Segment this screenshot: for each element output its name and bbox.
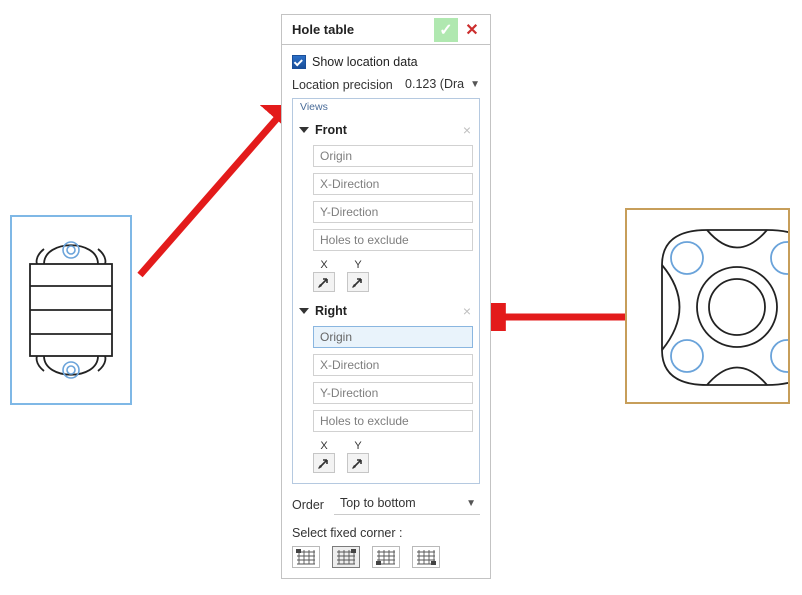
check-icon: ✓	[439, 20, 452, 40]
remove-view-button[interactable]: ×	[461, 303, 473, 319]
flip-x-button[interactable]	[313, 272, 335, 292]
checkbox-checked-icon	[292, 55, 306, 69]
view-name: Right	[315, 304, 461, 318]
view-name: Front	[315, 123, 461, 137]
flip-y-button[interactable]	[347, 272, 369, 292]
chevron-down-icon: ▼	[470, 79, 480, 90]
annotation-arrow-right	[490, 303, 630, 331]
chevron-down-icon	[299, 127, 309, 133]
view-group-front: Front × Origin X-Direction Y-Direction H…	[299, 121, 473, 292]
show-location-data-label: Show location data	[312, 55, 418, 69]
show-location-data-checkbox[interactable]: Show location data	[292, 55, 480, 69]
y-axis-label: Y	[347, 440, 369, 452]
fixed-corner-top-left-button[interactable]	[292, 546, 320, 568]
annotation-arrow-left	[135, 105, 295, 280]
location-precision-label: Location precision	[292, 78, 393, 92]
y-axis-label: Y	[347, 259, 369, 271]
corner-icon	[376, 549, 396, 565]
flip-y-button[interactable]	[347, 453, 369, 473]
flip-arrow-icon	[317, 275, 331, 289]
view-group-header[interactable]: Front ×	[299, 121, 473, 139]
x-direction-field[interactable]: X-Direction	[313, 354, 473, 376]
corner-icon	[296, 549, 316, 565]
views-box: Views Front × Origin X-Direction Y-Direc…	[292, 98, 480, 484]
views-box-label: Views	[297, 101, 331, 113]
confirm-button[interactable]: ✓	[434, 18, 458, 42]
location-precision-select[interactable]: 0.123 (Dra ▼	[405, 77, 480, 92]
fixed-corner-top-right-button[interactable]	[332, 546, 360, 568]
remove-view-button[interactable]: ×	[461, 122, 473, 138]
x-axis-label: X	[313, 259, 335, 271]
holes-to-exclude-field[interactable]: Holes to exclude	[313, 229, 473, 251]
x-direction-field[interactable]: X-Direction	[313, 173, 473, 195]
origin-field[interactable]: Origin	[313, 145, 473, 167]
select-fixed-corner-label: Select fixed corner :	[292, 526, 480, 540]
holes-to-exclude-field[interactable]: Holes to exclude	[313, 410, 473, 432]
view-group-header[interactable]: Right ×	[299, 302, 473, 320]
flip-arrow-icon	[317, 456, 331, 470]
fixed-corner-bottom-right-button[interactable]	[412, 546, 440, 568]
origin-field[interactable]: Origin	[313, 326, 473, 348]
front-view-drawing	[12, 217, 130, 403]
flip-x-button[interactable]	[313, 453, 335, 473]
y-direction-field[interactable]: Y-Direction	[313, 201, 473, 223]
x-axis-label: X	[313, 440, 335, 452]
corner-icon	[336, 549, 356, 565]
close-icon: ✕	[465, 20, 478, 40]
chevron-down-icon	[299, 308, 309, 314]
order-label: Order	[292, 498, 324, 512]
order-value: Top to bottom	[340, 496, 416, 510]
flip-arrow-icon	[351, 275, 365, 289]
view-group-right: Right × Origin X-Direction Y-Direction H…	[299, 302, 473, 473]
order-select[interactable]: Top to bottom ▼	[334, 494, 480, 515]
dialog-title: Hole table	[292, 22, 432, 37]
corner-icon	[416, 549, 436, 565]
y-direction-field[interactable]: Y-Direction	[313, 382, 473, 404]
location-precision-value: 0.123 (Dra	[405, 77, 464, 91]
right-view-drawing	[627, 210, 790, 402]
drawing-view-right[interactable]	[625, 208, 790, 404]
close-button[interactable]: ✕	[460, 18, 484, 42]
fixed-corner-bottom-left-button[interactable]	[372, 546, 400, 568]
dialog-header: Hole table ✓ ✕	[282, 15, 490, 45]
flip-arrow-icon	[351, 456, 365, 470]
chevron-down-icon: ▼	[466, 498, 476, 509]
hole-table-dialog: Hole table ✓ ✕ Show location data Locati…	[281, 14, 491, 579]
drawing-view-front[interactable]	[10, 215, 132, 405]
